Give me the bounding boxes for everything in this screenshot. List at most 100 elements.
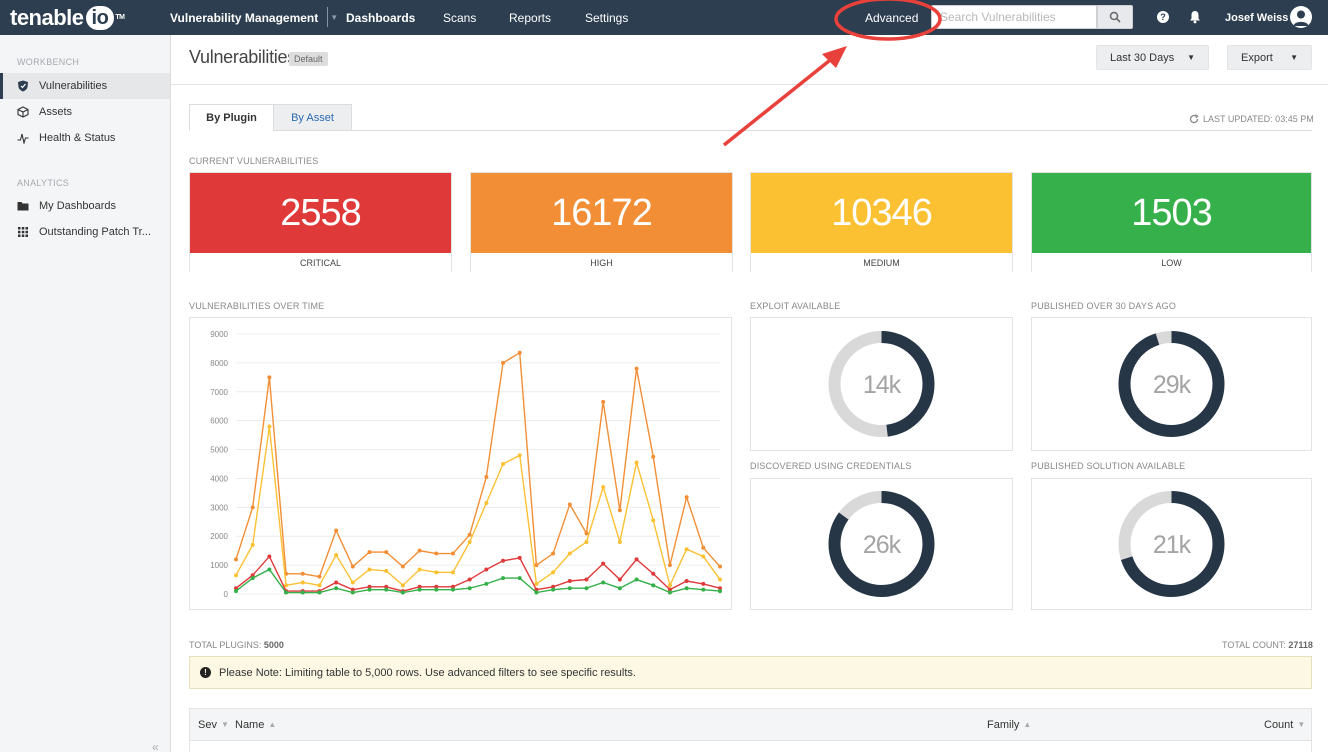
data-point xyxy=(334,586,339,591)
data-point xyxy=(701,581,706,586)
avatar[interactable] xyxy=(1290,6,1312,28)
nav-settings[interactable]: Settings xyxy=(585,0,628,35)
data-point xyxy=(601,399,606,404)
nav-scans[interactable]: Scans xyxy=(443,0,476,35)
medium-card[interactable]: 10346 MEDIUM xyxy=(750,172,1013,272)
bell-icon[interactable] xyxy=(1189,10,1201,24)
nav-reports[interactable]: Reports xyxy=(509,0,551,35)
sidebar-item-label: Outstanding Patch Tr... xyxy=(39,226,151,238)
data-point xyxy=(267,567,272,572)
published-30-days-donut: 29k xyxy=(1118,331,1225,437)
page-title: Vulnerabilities xyxy=(189,47,296,67)
exploit-available-panel[interactable]: 14k xyxy=(750,317,1013,451)
data-point xyxy=(567,579,572,583)
credentials-panel[interactable]: 26k xyxy=(750,478,1013,610)
tabs-divider xyxy=(189,130,1312,131)
low-count: 1503 xyxy=(1032,173,1311,253)
column-family[interactable]: Family ▲ xyxy=(987,709,1031,740)
high-label: HIGH xyxy=(471,253,732,272)
user-name[interactable]: Josef Weiss xyxy=(1225,0,1288,35)
data-point xyxy=(517,453,522,458)
tab-by-asset[interactable]: By Asset xyxy=(273,104,352,131)
total-plugins: TOTAL PLUGINS: 5000 xyxy=(189,640,284,650)
product-switcher[interactable]: Vulnerability Management ▼ xyxy=(170,0,338,35)
data-point xyxy=(234,573,238,578)
data-point xyxy=(551,587,556,592)
data-point xyxy=(718,589,722,594)
chevron-down-icon: ▼ xyxy=(330,13,339,22)
data-point xyxy=(367,587,372,592)
sort-down-icon: ▼ xyxy=(1297,720,1306,729)
data-point xyxy=(417,548,422,553)
data-point xyxy=(334,528,339,533)
series-line-3 xyxy=(235,568,721,594)
search-button[interactable] xyxy=(1097,5,1133,29)
sidebar-item-vulnerabilities[interactable]: Vulnerabilities xyxy=(0,73,170,99)
data-point xyxy=(334,553,339,557)
data-point xyxy=(467,577,472,582)
data-point xyxy=(234,589,238,594)
solution-available-donut: 21k xyxy=(1118,491,1225,597)
donut-label-exploit: EXPLOIT AVAILABLE xyxy=(750,301,841,311)
sidebar-section-workbench: WORKBENCH xyxy=(17,57,80,67)
y-tick-label: 2000 xyxy=(210,532,228,541)
column-sev[interactable]: Sev ▼ xyxy=(198,709,229,740)
cube-icon xyxy=(17,106,29,118)
data-point xyxy=(234,557,238,562)
medium-label: MEDIUM xyxy=(751,253,1012,272)
solution-available-panel[interactable]: 21k xyxy=(1031,478,1312,610)
top-bar: tenable io TM Vulnerability Management ▼… xyxy=(0,0,1328,35)
high-count: 16172 xyxy=(471,173,732,253)
sidebar-section-analytics: ANALYTICS xyxy=(17,178,70,188)
data-point xyxy=(684,579,689,583)
sidebar-item-outstanding-patch[interactable]: Outstanding Patch Tr... xyxy=(0,219,170,245)
sidebar-item-label: My Dashboards xyxy=(39,200,117,212)
credentials-donut: 26k xyxy=(828,491,935,597)
published-30-days-panel[interactable]: 29k xyxy=(1031,317,1312,451)
sidebar-item-assets[interactable]: Assets xyxy=(0,99,170,125)
column-count[interactable]: Count ▼ xyxy=(1264,709,1305,740)
date-range-label: Last 30 Days xyxy=(1110,51,1175,64)
data-point xyxy=(284,590,289,595)
data-point xyxy=(617,577,622,582)
high-card[interactable]: 16172 HIGH xyxy=(470,172,733,272)
refresh-icon[interactable] xyxy=(1189,114,1199,124)
search-input[interactable] xyxy=(931,5,1097,29)
last-updated: LAST UPDATED: 03:45 PM xyxy=(1189,114,1314,124)
column-name[interactable]: Name ▲ xyxy=(235,709,276,740)
donut-value: 26k xyxy=(863,531,902,559)
data-point xyxy=(601,561,606,566)
export-label: Export xyxy=(1241,51,1273,64)
tenable-logo[interactable]: tenable io TM xyxy=(10,2,125,33)
column-label: Count xyxy=(1264,718,1294,731)
table-body xyxy=(189,741,1312,752)
data-point xyxy=(634,366,639,371)
data-point xyxy=(584,540,589,544)
date-range-dropdown[interactable]: Last 30 Days ▼ xyxy=(1096,45,1209,70)
data-point xyxy=(701,587,706,592)
header-divider xyxy=(171,84,1328,85)
data-point xyxy=(484,567,489,572)
help-icon[interactable]: ? xyxy=(1157,11,1169,23)
table-header: Sev ▼ Name ▲ Family ▲ Count ▼ xyxy=(189,708,1312,741)
data-point xyxy=(651,583,656,588)
data-point xyxy=(484,581,489,586)
low-card[interactable]: 1503 LOW xyxy=(1031,172,1312,272)
advanced-link[interactable]: Advanced xyxy=(865,0,918,35)
data-point xyxy=(634,577,639,582)
export-dropdown[interactable]: Export ▼ xyxy=(1227,45,1312,70)
tab-by-plugin[interactable]: By Plugin xyxy=(189,104,274,131)
total-count: TOTAL COUNT: 27118 xyxy=(1222,640,1313,650)
vulns-over-time-chart[interactable]: 0 1000 2000 3000 4000 5000 6000 7000 8000 9000 xyxy=(190,318,731,609)
critical-card[interactable]: 2558 CRITICAL xyxy=(189,172,452,272)
y-tick-label: 8000 xyxy=(210,359,228,368)
sidebar-item-my-dashboards[interactable]: My Dashboards xyxy=(0,193,170,219)
data-point xyxy=(434,551,439,556)
nav-divider xyxy=(327,7,328,27)
sidebar-item-health-status[interactable]: Health & Status xyxy=(0,125,170,151)
y-tick-label: 5000 xyxy=(210,446,228,455)
data-point xyxy=(718,577,722,582)
nav-dashboards[interactable]: Dashboards xyxy=(346,0,415,35)
total-plugins-value: 5000 xyxy=(263,640,284,650)
data-point xyxy=(384,550,389,555)
